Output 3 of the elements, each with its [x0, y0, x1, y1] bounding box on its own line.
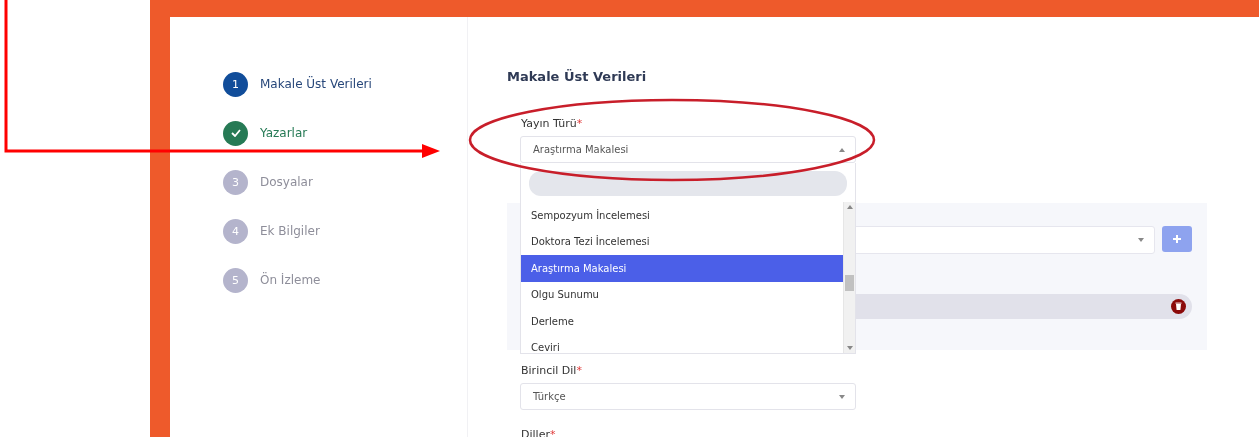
- section-title: Makale Üst Verileri: [507, 69, 648, 84]
- field-label: Yayın Türü*: [520, 117, 584, 130]
- field-label: Birincil Dil*: [520, 364, 583, 377]
